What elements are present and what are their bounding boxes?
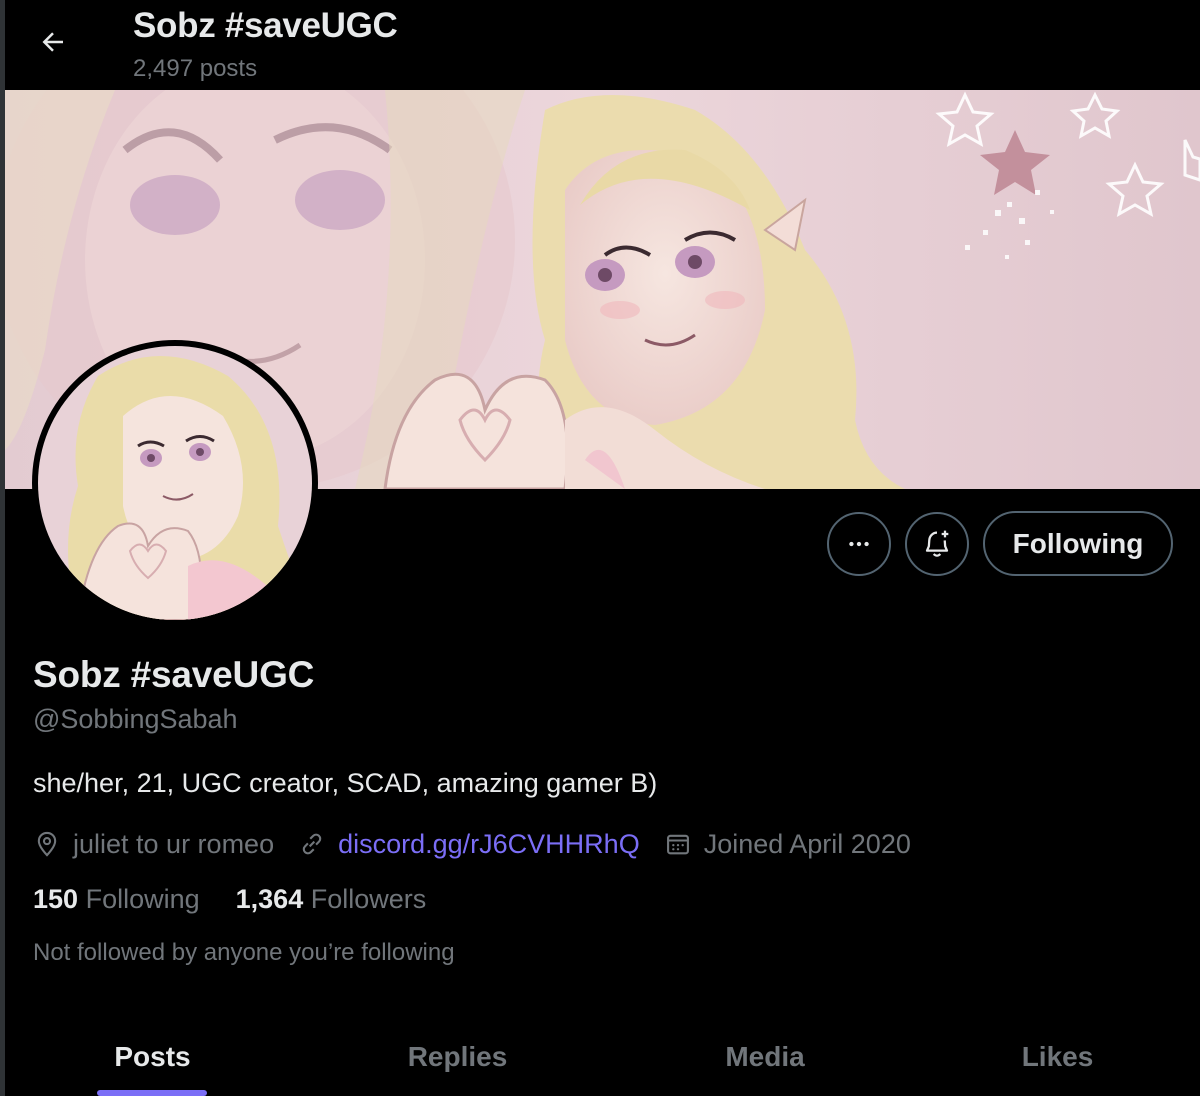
profile-link[interactable]: discord.gg/rJ6CVHHRhQ bbox=[338, 829, 640, 860]
arrow-left-icon bbox=[42, 32, 63, 52]
profile-tabs: Posts Replies Media Likes bbox=[5, 1018, 1200, 1096]
followers-count-link[interactable]: 1,364 Followers bbox=[236, 884, 427, 915]
following-count-link[interactable]: 150 Following bbox=[33, 884, 200, 915]
tab-replies[interactable]: Replies bbox=[310, 1018, 605, 1096]
notifications-button[interactable] bbox=[905, 512, 969, 576]
followers-count-label: Followers bbox=[310, 884, 427, 914]
link-icon bbox=[302, 833, 322, 855]
more-dots-icon bbox=[849, 541, 869, 547]
followed-by-text: Not followed by anyone you’re following bbox=[33, 939, 455, 966]
tab-media[interactable]: Media bbox=[615, 1018, 915, 1096]
link-item[interactable]: discord.gg/rJ6CVHHRhQ bbox=[298, 829, 640, 860]
location-text: juliet to ur romeo bbox=[73, 828, 275, 859]
user-handle: @SobbingSabah bbox=[33, 704, 238, 734]
following-count: 150 bbox=[33, 884, 79, 914]
location-pin-icon bbox=[37, 831, 57, 857]
calendar-icon bbox=[666, 834, 689, 855]
profile-avatar[interactable] bbox=[32, 340, 318, 626]
active-tab-indicator bbox=[97, 1090, 207, 1096]
following-count-label: Following bbox=[85, 884, 200, 914]
header-title: Sobz #saveUGC bbox=[133, 6, 398, 45]
location-item: juliet to ur romeo bbox=[33, 829, 274, 860]
header-post-count: 2,497 posts bbox=[133, 55, 258, 82]
tab-likes[interactable]: Likes bbox=[910, 1018, 1200, 1096]
back-button[interactable] bbox=[31, 20, 75, 64]
profile-header: Sobz #saveUGC 2,497 posts bbox=[5, 0, 1200, 90]
bell-plus-icon bbox=[925, 530, 949, 557]
follow-counts: 150 Following 1,364 Followers bbox=[33, 884, 462, 915]
tab-posts[interactable]: Posts bbox=[5, 1018, 300, 1096]
following-button[interactable]: Following bbox=[983, 511, 1173, 576]
profile-bio: she/her, 21, UGC creator, SCAD, amazing … bbox=[33, 768, 658, 798]
display-name: Sobz #saveUGC bbox=[33, 654, 315, 695]
followers-count: 1,364 bbox=[235, 884, 304, 914]
joined-item: Joined April 2020 bbox=[664, 829, 911, 860]
more-options-button[interactable] bbox=[827, 512, 891, 576]
joined-date: Joined April 2020 bbox=[703, 828, 911, 859]
avatar-illustration bbox=[38, 346, 312, 620]
profile-meta: juliet to ur romeo discord.gg/rJ6CVHHRhQ… bbox=[33, 826, 935, 862]
